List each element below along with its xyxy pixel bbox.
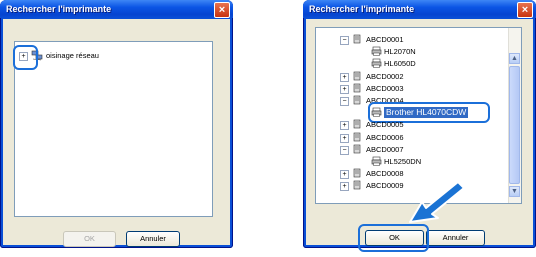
printer-icon — [371, 46, 382, 59]
tree-item-label: HL5250DN — [384, 157, 422, 166]
tree-item-label: oisinage réseau — [46, 51, 99, 60]
computer-icon — [353, 95, 363, 108]
tree-item-computer[interactable]: + ABCD0002 — [340, 71, 490, 82]
highlight-ring — [13, 45, 38, 70]
tree-item-label: ABCD0008 — [366, 169, 404, 179]
tree-item-printer[interactable]: HL6050D — [358, 58, 508, 69]
right-dialog-title: Rechercher l'imprimante — [309, 4, 415, 14]
pointer-arrow-icon — [409, 181, 465, 223]
computer-icon — [353, 119, 363, 132]
left-titlebar[interactable]: Rechercher l'imprimante × — [0, 0, 233, 18]
computer-icon — [353, 34, 363, 47]
tree-scrollbar[interactable]: ▲ ▼ — [508, 28, 521, 203]
collapse-icon[interactable]: − — [340, 97, 349, 106]
computer-icon — [353, 83, 363, 96]
left-printer-tree[interactable]: + oisinage réseau — [14, 41, 213, 217]
expand-icon[interactable]: + — [340, 182, 349, 192]
tree-item-label: HL6050D — [384, 59, 416, 69]
cancel-button[interactable]: Annuler — [426, 230, 485, 246]
tree-item-label: ABCD0009 — [366, 181, 404, 191]
expand-icon[interactable]: + — [340, 72, 349, 82]
computer-icon — [353, 180, 363, 193]
tree-item-label: ABCD0001 — [366, 35, 404, 44]
printer-icon — [371, 58, 382, 71]
collapse-icon[interactable]: − — [340, 36, 349, 45]
expand-icon[interactable]: + — [340, 84, 349, 94]
tree-item-computer[interactable]: + ABCD0003 — [340, 83, 490, 94]
right-titlebar[interactable]: Rechercher l'imprimante × — [303, 0, 536, 18]
ok-button[interactable]: OK — [63, 231, 116, 247]
computer-icon — [353, 144, 363, 157]
printer-icon — [371, 156, 382, 169]
tree-item-printer[interactable]: HL5250DN — [358, 156, 508, 167]
tree-item-label: ABCD0005 — [366, 120, 404, 130]
tree-item-computer[interactable]: + ABCD0006 — [340, 132, 490, 143]
computer-icon — [353, 71, 363, 84]
left-dialog-title: Rechercher l'imprimante — [6, 4, 112, 14]
left-dialog: Rechercher l'imprimante × + oisinage rés… — [0, 0, 233, 248]
tree-item-computer[interactable]: + ABCD0005 — [340, 119, 490, 132]
ok-highlight-ring — [358, 224, 429, 252]
cancel-button[interactable]: Annuler — [126, 231, 180, 247]
tree-item-printer[interactable]: HL2070N — [358, 46, 508, 57]
computer-icon — [353, 132, 363, 145]
scroll-thumb[interactable] — [509, 66, 520, 184]
tree-item-computer[interactable]: − ABCD0007 — [340, 144, 490, 155]
tree-item-label: ABCD0007 — [366, 144, 404, 154]
collapse-icon[interactable]: − — [340, 145, 349, 155]
tree-item-label: HL2070N — [384, 47, 416, 57]
expand-icon[interactable]: + — [340, 170, 349, 180]
left-close-button[interactable]: × — [214, 2, 230, 18]
right-close-button[interactable]: × — [517, 2, 533, 18]
tree-item-label: ABCD0002 — [366, 71, 404, 81]
scroll-down-button[interactable]: ▼ — [509, 186, 520, 197]
tree-item-computer[interactable]: − ABCD0001 — [340, 34, 490, 45]
computer-icon — [353, 168, 363, 181]
scroll-up-button[interactable]: ▲ — [509, 53, 520, 64]
expand-icon[interactable]: + — [340, 121, 349, 131]
expand-icon[interactable]: + — [340, 133, 349, 143]
tree-item-label: ABCD0003 — [366, 83, 404, 93]
tree-item-label: ABCD0006 — [366, 132, 404, 142]
